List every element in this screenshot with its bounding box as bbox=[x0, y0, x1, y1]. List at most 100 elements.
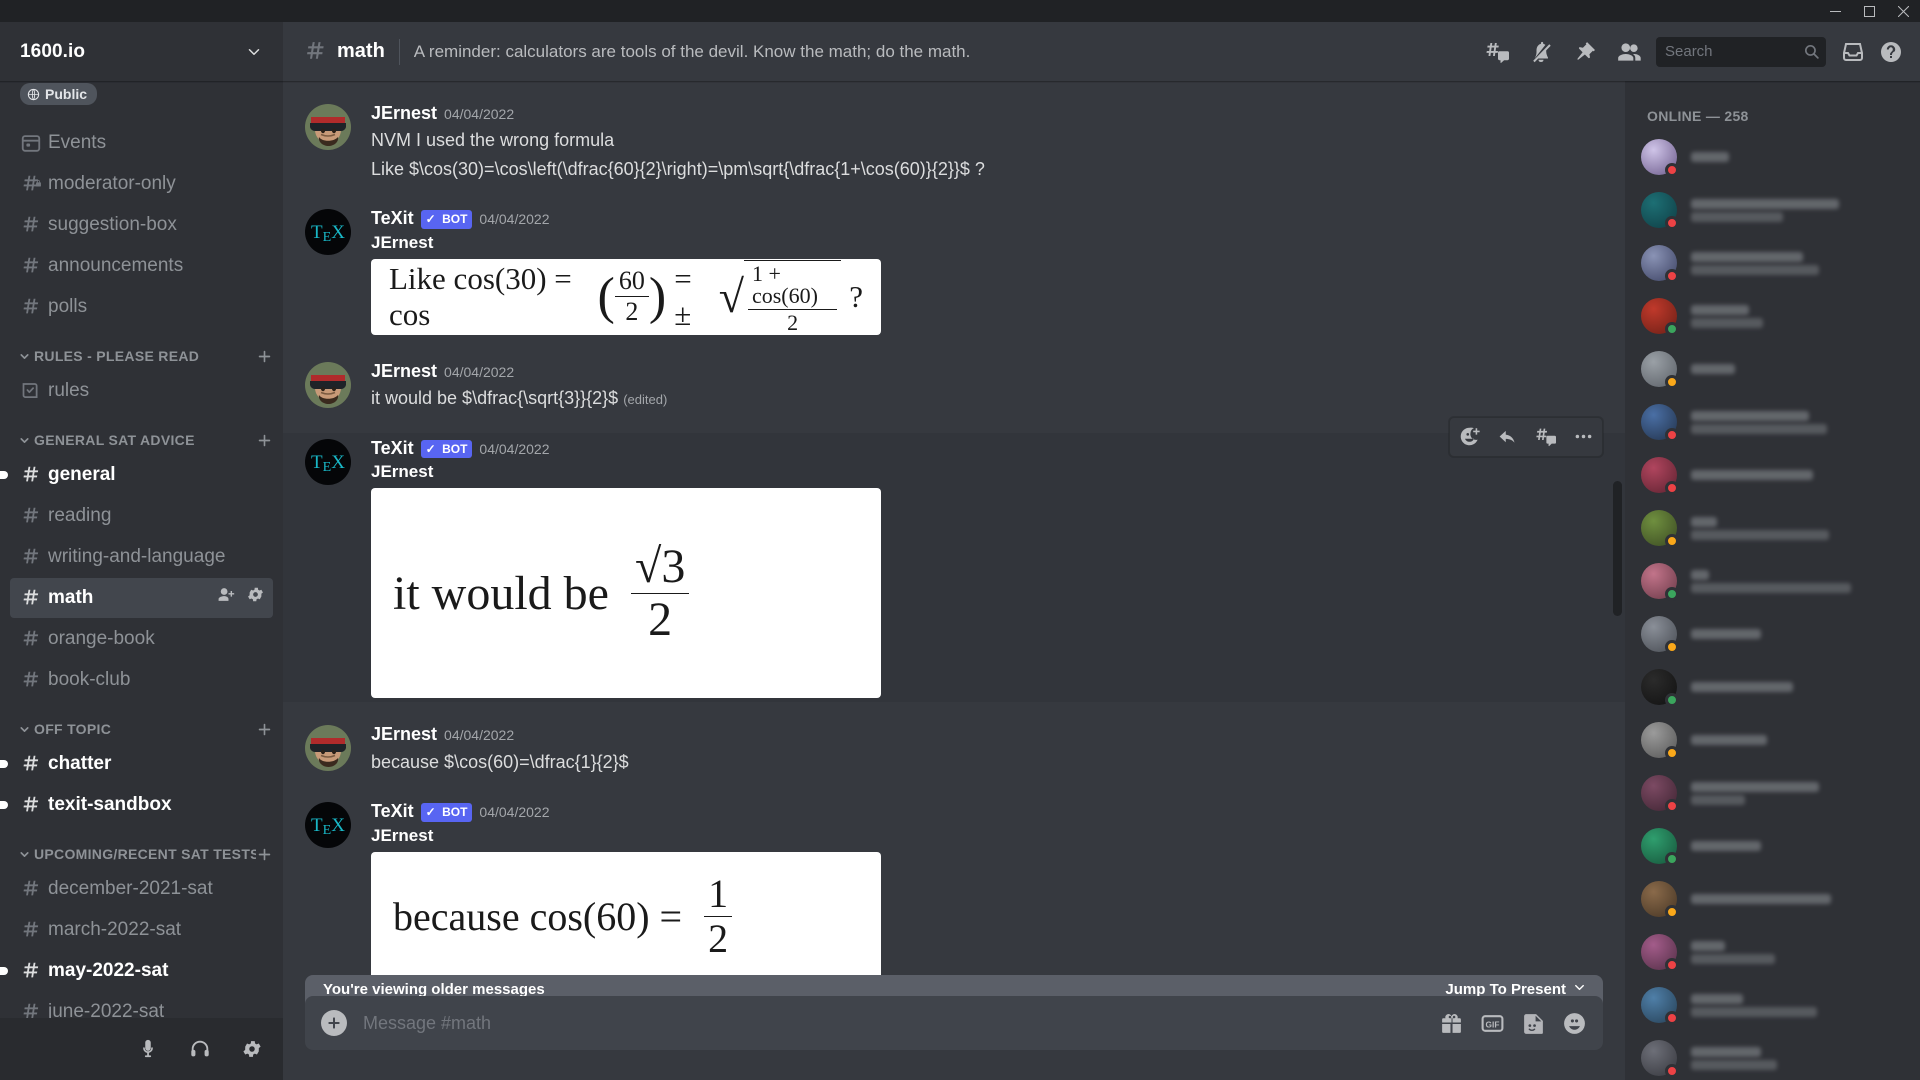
gift-icon[interactable] bbox=[1439, 1011, 1464, 1036]
sticker-icon[interactable] bbox=[1521, 1011, 1546, 1036]
guild-header[interactable]: 1600.io bbox=[0, 22, 283, 81]
sidebar-item-general[interactable]: general bbox=[0, 455, 273, 495]
sidebar-item-december-2021-sat[interactable]: december-2021-sat bbox=[10, 869, 273, 909]
message-timestamp: 04/04/2022 bbox=[479, 440, 550, 457]
inbox-icon[interactable] bbox=[1834, 33, 1872, 71]
emoji-icon[interactable] bbox=[1562, 1011, 1587, 1036]
channel-topic[interactable]: A reminder: calculators are tools of the… bbox=[414, 42, 1470, 62]
channel-category-rules-please-read[interactable]: RULES - PLEASE READ bbox=[0, 328, 283, 370]
gif-icon[interactable]: GIF bbox=[1480, 1011, 1505, 1036]
member-list-item[interactable] bbox=[1633, 555, 1912, 607]
add-channel-icon[interactable] bbox=[256, 348, 273, 365]
member-list-item[interactable] bbox=[1633, 343, 1912, 395]
avatar[interactable]: TEX bbox=[305, 209, 351, 256]
member-list-item[interactable] bbox=[1633, 1032, 1912, 1080]
hash-icon bbox=[20, 794, 48, 816]
channel-category-off-topic[interactable]: OFF TOPIC bbox=[0, 701, 283, 743]
sidebar-item-chatter[interactable]: chatter bbox=[0, 744, 273, 784]
sidebar-item-writing-and-language[interactable]: writing-and-language bbox=[10, 537, 273, 577]
more-options-icon[interactable] bbox=[1564, 418, 1602, 456]
add-channel-icon[interactable] bbox=[256, 846, 273, 863]
avatar[interactable]: TEX bbox=[305, 802, 351, 849]
chat-and-members: JErnest 04/04/2022 NVM I used the wrong fo… bbox=[283, 81, 1920, 1080]
member-list-item[interactable] bbox=[1633, 184, 1912, 236]
search-input[interactable] bbox=[1665, 43, 1803, 60]
channel-category-general-sat-advice[interactable]: GENERAL SAT ADVICE bbox=[0, 412, 283, 454]
sidebar-item-may-2022-sat[interactable]: may-2022-sat bbox=[0, 951, 273, 991]
member-list-item[interactable] bbox=[1633, 290, 1912, 342]
avatar bbox=[1641, 881, 1679, 919]
threads-icon[interactable] bbox=[1478, 33, 1516, 71]
sidebar-item-march-2022-sat[interactable]: march-2022-sat bbox=[10, 910, 273, 950]
add-attachment-icon[interactable] bbox=[321, 1010, 347, 1036]
gear-icon[interactable] bbox=[233, 1030, 271, 1068]
member-list-item[interactable] bbox=[1633, 449, 1912, 501]
message-author[interactable]: JErnest bbox=[371, 723, 437, 746]
member-list-item[interactable] bbox=[1633, 820, 1912, 872]
gear-icon[interactable] bbox=[246, 585, 265, 610]
window-minimize-button[interactable] bbox=[1818, 0, 1852, 22]
member-list-item[interactable] bbox=[1633, 661, 1912, 713]
message-composer[interactable]: Message #math GIF bbox=[305, 996, 1603, 1050]
members-icon[interactable] bbox=[1610, 33, 1648, 71]
public-badge-label: Public bbox=[45, 86, 88, 102]
sidebar-item-orange-book[interactable]: orange-book bbox=[10, 619, 273, 659]
sidebar-item-june-2022-sat[interactable]: june-2022-sat bbox=[10, 992, 273, 1018]
reply-icon[interactable] bbox=[1488, 418, 1526, 456]
latex-render-image: Like cos(30) = cos(60 2) = ± √ 1 + cos(60) 2? bbox=[371, 258, 881, 335]
pinned-messages-icon[interactable] bbox=[1566, 33, 1604, 71]
avatar[interactable] bbox=[305, 361, 351, 408]
message: TEX TeXit ✓ BOT 04/04/2022 JErnest it would b… bbox=[283, 416, 1625, 703]
avatar[interactable]: TEX bbox=[305, 438, 351, 485]
sidebar-item-suggestion-box[interactable]: suggestion-box bbox=[10, 205, 273, 245]
message-author[interactable]: JErnest bbox=[371, 360, 437, 383]
sidebar-item-announcements[interactable]: announcements bbox=[10, 246, 273, 286]
member-list-item[interactable] bbox=[1633, 873, 1912, 925]
member-list-item[interactable] bbox=[1633, 502, 1912, 554]
help-icon[interactable] bbox=[1872, 33, 1910, 71]
status-badge[interactable]: Public bbox=[20, 83, 98, 105]
sidebar-item-polls[interactable]: polls bbox=[10, 287, 273, 327]
headphones-icon[interactable] bbox=[181, 1030, 219, 1068]
message-author[interactable]: TeXit bbox=[371, 800, 414, 823]
add-channel-icon[interactable] bbox=[256, 721, 273, 738]
avatar[interactable] bbox=[305, 725, 351, 772]
create-invite-icon[interactable] bbox=[217, 585, 236, 610]
sidebar-item-reading[interactable]: reading bbox=[10, 496, 273, 536]
member-list-item[interactable] bbox=[1633, 237, 1912, 289]
hash-icon bbox=[20, 255, 48, 277]
notifications-off-icon[interactable] bbox=[1522, 33, 1560, 71]
message-input[interactable]: Message #math bbox=[363, 1013, 1439, 1034]
member-list-item[interactable] bbox=[1633, 608, 1912, 660]
member-list[interactable]: ONLINE — 258 bbox=[1625, 81, 1920, 1080]
channel-list[interactable]: Events moderator-only suggestion-box announ… bbox=[0, 116, 283, 1018]
message-author[interactable]: TeXit bbox=[371, 437, 414, 460]
member-list-item[interactable] bbox=[1633, 767, 1912, 819]
create-thread-icon[interactable] bbox=[1526, 418, 1564, 456]
sidebar-item-book-club[interactable]: book-club bbox=[10, 660, 273, 700]
add-channel-icon[interactable] bbox=[256, 432, 273, 449]
sidebar-item-math[interactable]: math bbox=[10, 577, 273, 618]
channel-sidebar: 1600.io Public Events moderator-only sugge… bbox=[0, 22, 283, 1080]
window-maximize-button[interactable] bbox=[1852, 0, 1886, 22]
window-close-button[interactable] bbox=[1886, 0, 1920, 22]
member-list-item[interactable] bbox=[1633, 979, 1912, 1031]
sidebar-item-texit-sandbox[interactable]: texit-sandbox bbox=[0, 785, 273, 825]
sidebar-item-events[interactable]: Events bbox=[10, 123, 273, 163]
message-author[interactable]: TeXit bbox=[371, 207, 414, 230]
add-reaction-icon[interactable] bbox=[1450, 418, 1488, 456]
avatar[interactable] bbox=[305, 104, 351, 150]
status-indicator bbox=[1665, 693, 1679, 707]
member-list-item[interactable] bbox=[1633, 926, 1912, 978]
member-list-item[interactable] bbox=[1633, 131, 1912, 183]
member-list-item[interactable] bbox=[1633, 714, 1912, 766]
microphone-icon[interactable] bbox=[129, 1030, 167, 1068]
search-box[interactable] bbox=[1656, 36, 1826, 67]
channel-label: Events bbox=[48, 131, 107, 153]
channel-category-upcoming-recent-sat-tests[interactable]: UPCOMING/RECENT SAT TESTS bbox=[0, 826, 283, 868]
message-author[interactable]: JErnest bbox=[371, 102, 437, 125]
member-list-item[interactable] bbox=[1633, 396, 1912, 448]
sidebar-item-rules[interactable]: rules bbox=[10, 371, 273, 411]
message-scrollbar[interactable] bbox=[1613, 481, 1622, 616]
sidebar-item-moderator-only[interactable]: moderator-only bbox=[10, 164, 273, 204]
